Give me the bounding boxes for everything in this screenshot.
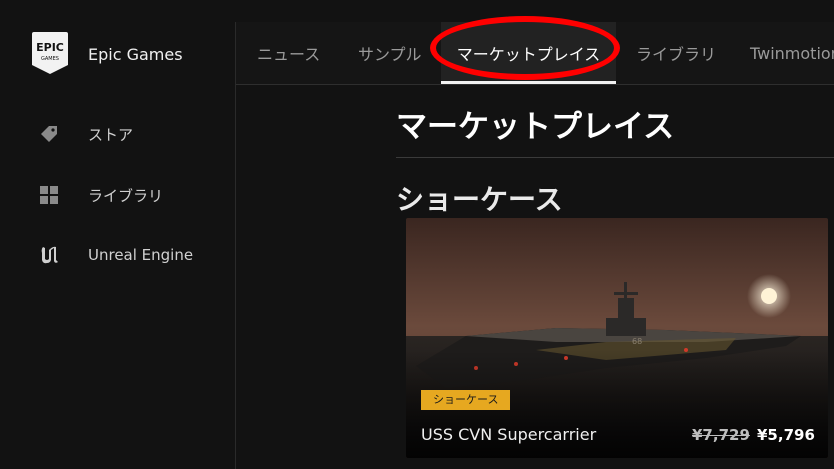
showcase-card[interactable]: 68 ショーケース USS CVN Supercarrier ¥7,729 ¥5… — [406, 218, 828, 458]
showcase-image: 68 — [406, 218, 828, 458]
brand[interactable]: EPIC GAMES Epic Games — [31, 31, 183, 75]
sidebar-item-label: ストア — [88, 125, 134, 144]
epic-games-logo: EPIC GAMES — [32, 32, 68, 74]
svg-text:GAMES: GAMES — [41, 56, 59, 62]
sidebar-item-library[interactable]: ライブラリ — [38, 181, 163, 209]
product-name: USS CVN Supercarrier — [421, 425, 597, 444]
tag-icon — [38, 123, 60, 145]
section-title: ショーケース — [396, 183, 563, 216]
sidebar-divider — [235, 22, 236, 469]
tab-news[interactable]: ニュース — [257, 22, 320, 84]
original-price: ¥7,729 — [692, 426, 750, 444]
page-title: マーケットプレイス — [396, 109, 675, 145]
tab-twinmotion[interactable]: Twinmotion — [750, 22, 834, 84]
sidebar-item-unreal-engine[interactable]: Unreal Engine — [38, 241, 193, 269]
sidebar-item-store[interactable]: ストア — [38, 120, 133, 148]
svg-text:EPIC: EPIC — [36, 41, 64, 54]
top-navigation: ニュース サンプル マーケットプレイス ライブラリ Twinmotion — [236, 22, 834, 84]
sidebar-item-label: ライブラリ — [88, 186, 164, 205]
sidebar-item-label: Unreal Engine — [88, 246, 194, 264]
tab-marketplace-label: マーケットプレイス — [456, 45, 601, 64]
sale-price: ¥5,796 — [757, 426, 815, 444]
showcase-badge: ショーケース — [421, 390, 511, 410]
sidebar: EPIC GAMES Epic Games ストア ライブラリ Unreal E… — [0, 0, 235, 469]
tab-samples[interactable]: サンプル — [358, 22, 422, 84]
brand-name: Epic Games — [88, 45, 183, 64]
tab-marketplace[interactable]: マーケットプレイス — [441, 22, 616, 84]
tab-library[interactable]: ライブラリ — [636, 22, 716, 84]
title-divider — [396, 157, 834, 158]
unreal-logo-icon — [38, 244, 60, 266]
topnav-divider — [236, 84, 834, 85]
grid-icon — [38, 184, 60, 206]
